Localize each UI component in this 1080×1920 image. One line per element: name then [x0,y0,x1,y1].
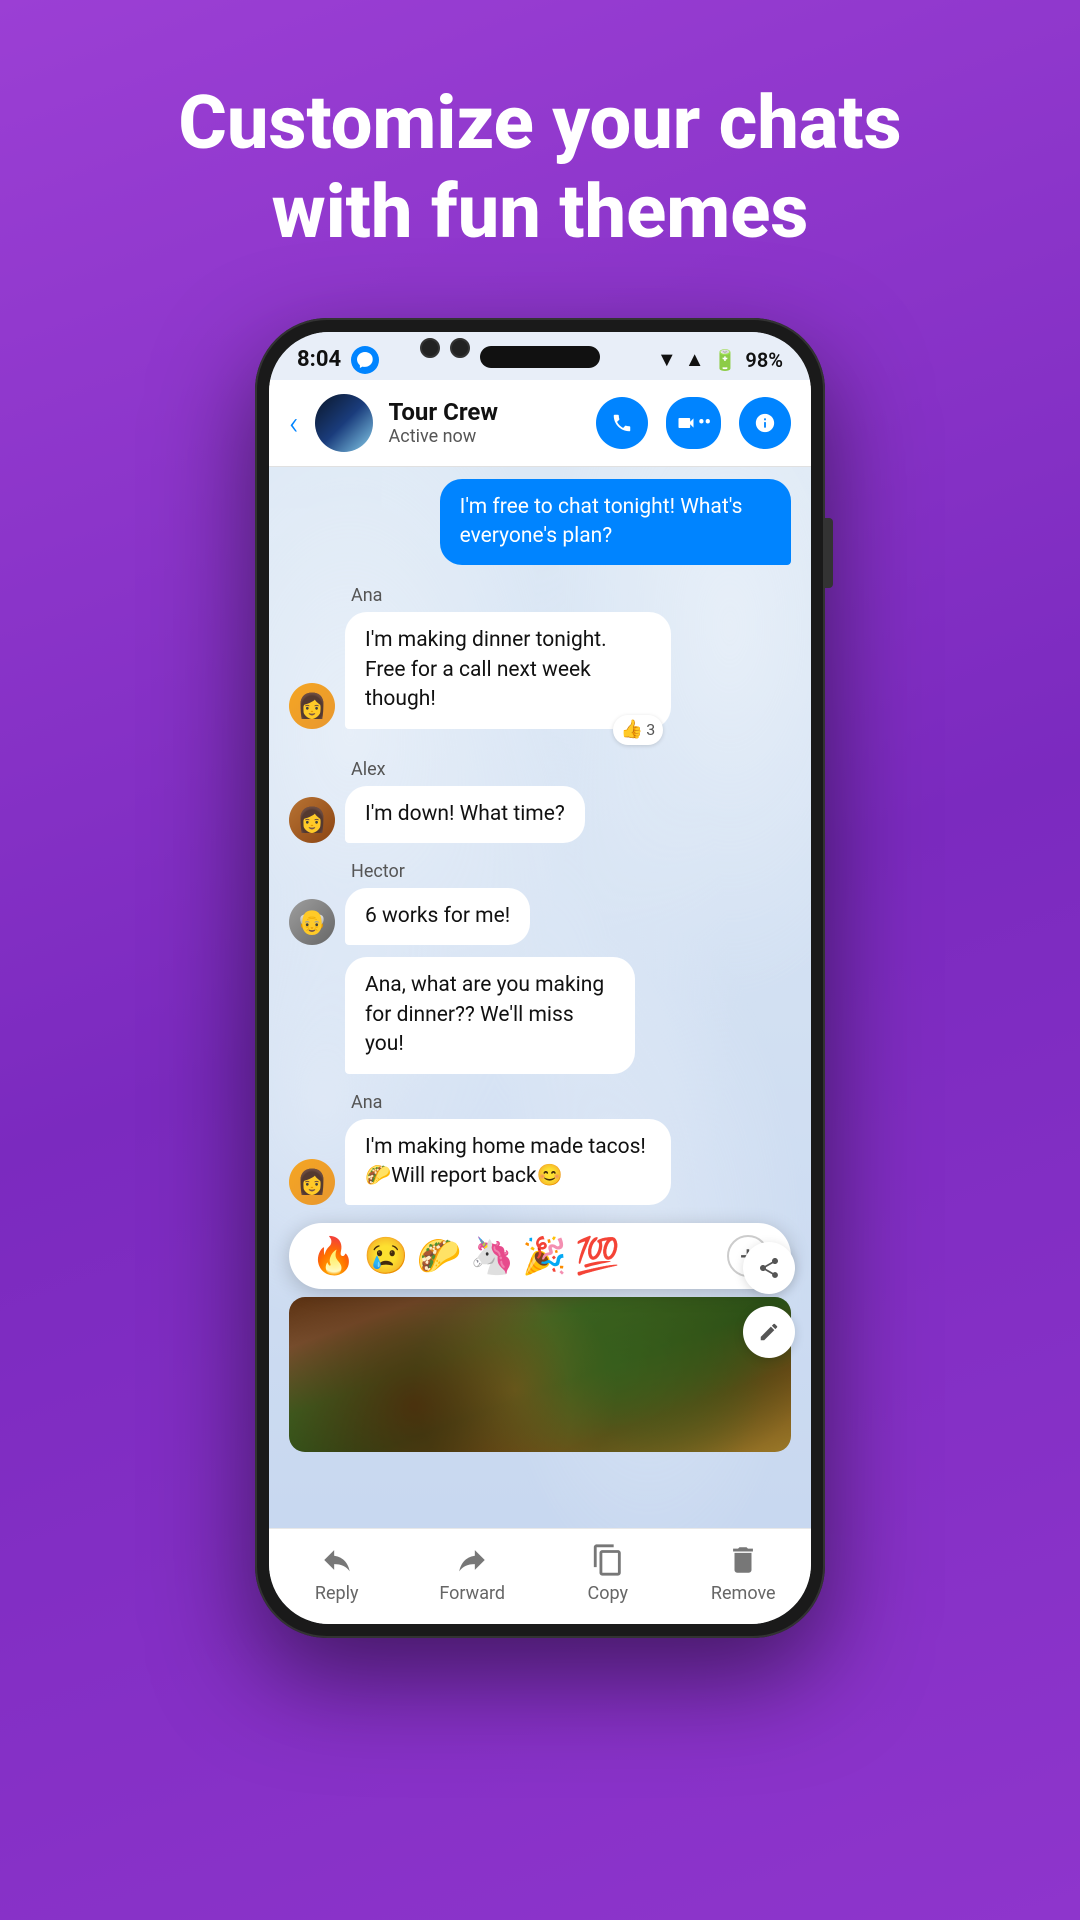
signal-icon: ▲ [685,347,705,372]
header-actions: •• [596,397,791,449]
reaction-badge: 👍 3 [613,715,663,744]
chat-header: ‹ Tour Crew Active now [269,380,811,467]
msg-row-alex: 👩 I'm down! What time? [289,786,791,843]
sender-label-ana: Ana [351,585,791,606]
phone-cameras [420,338,470,358]
emoji-fire[interactable]: 🔥 [311,1235,356,1277]
video-button[interactable]: •• [666,397,721,449]
phone-speaker [480,346,600,368]
edit-button[interactable] [743,1306,795,1358]
hector-avatar: 👴 [289,899,335,945]
forward-label: Forward [439,1583,505,1604]
sender-label-hector: Hector [351,861,791,882]
emoji-reaction-bar: 🔥 😢 🌮 🦄 🎉 💯 + [289,1223,791,1289]
ana-bubble: I'm making dinner tonight. Free for a ca… [345,612,671,728]
emoji-unicorn[interactable]: 🦄 [469,1235,514,1277]
header-info: Tour Crew Active now [389,398,581,447]
sender-label-alex: Alex [351,759,791,780]
copy-action[interactable]: Copy [568,1543,648,1604]
alex-avatar: 👩 [289,797,335,843]
chat-area: I'm free to chat tonight! What's everyon… [269,467,811,1528]
hector-bubble-1: 6 works for me! [345,888,530,945]
group-avatar[interactable] [315,394,373,452]
msg-row-hector-2: Ana, what are you making for dinner?? We… [345,957,791,1073]
copy-label: Copy [587,1583,628,1604]
emoji-100[interactable]: 💯 [575,1235,620,1277]
food-image [289,1297,791,1452]
battery-pct: 98% [745,348,783,372]
outgoing-msg-1: I'm free to chat tonight! What's everyon… [440,479,791,566]
hero-line2: with fun themes [272,169,809,256]
reply-label: Reply [315,1583,359,1604]
battery-icon: 🔋 [712,348,737,372]
forward-action[interactable]: Forward [432,1543,512,1604]
hero-line1: Customize your chats [178,80,901,167]
chat-messages: I'm free to chat tonight! What's everyon… [269,467,811,1224]
share-button[interactable] [743,1242,795,1294]
sender-label-ana2: Ana [351,1092,791,1113]
back-button[interactable]: ‹ [289,404,299,442]
emoji-sad[interactable]: 😢 [364,1235,409,1277]
ana-bubble-2: I'm making home made tacos! 🌮Will report… [345,1119,671,1206]
group-status: Active now [389,426,581,447]
messenger-icon [351,346,379,374]
group-name: Tour Crew [389,398,581,426]
camera-right [450,338,470,358]
reply-action[interactable]: Reply [297,1543,377,1604]
remove-label: Remove [711,1583,776,1604]
phone-outer: 8:04 ▼ ▲ 🔋 98% ‹ [255,318,825,1638]
status-time: 8:04 [297,347,341,372]
bottom-action-bar: Reply Forward Copy [269,1528,811,1624]
phone-screen: 8:04 ▼ ▲ 🔋 98% ‹ [269,332,811,1624]
phone-wrapper: 8:04 ▼ ▲ 🔋 98% ‹ [255,318,825,1638]
msg-row-hector-1: 👴 6 works for me! [289,888,791,945]
msg-row-ana2: 👩 I'm making home made tacos! 🌮Will repo… [289,1119,791,1206]
emoji-taco[interactable]: 🌮 [417,1235,462,1277]
hector-bubble-2: Ana, what are you making for dinner?? We… [345,957,635,1073]
alex-bubble: I'm down! What time? [345,786,585,843]
call-button[interactable] [596,397,648,449]
msg-row-ana: 👩 I'm making dinner tonight. Free for a … [289,612,791,728]
phone-volume [825,518,833,588]
ana-avatar-2: 👩 [289,1159,335,1205]
status-right: ▼ ▲ 🔋 98% [657,347,783,372]
wifi-icon: ▼ [657,347,677,372]
side-actions [743,1242,795,1358]
hero-text: Customize your chats with fun themes [118,80,961,258]
remove-action[interactable]: Remove [703,1543,783,1604]
camera-left [420,338,440,358]
emoji-party[interactable]: 🎉 [522,1235,567,1277]
ana-avatar: 👩 [289,683,335,729]
info-button[interactable] [739,397,791,449]
